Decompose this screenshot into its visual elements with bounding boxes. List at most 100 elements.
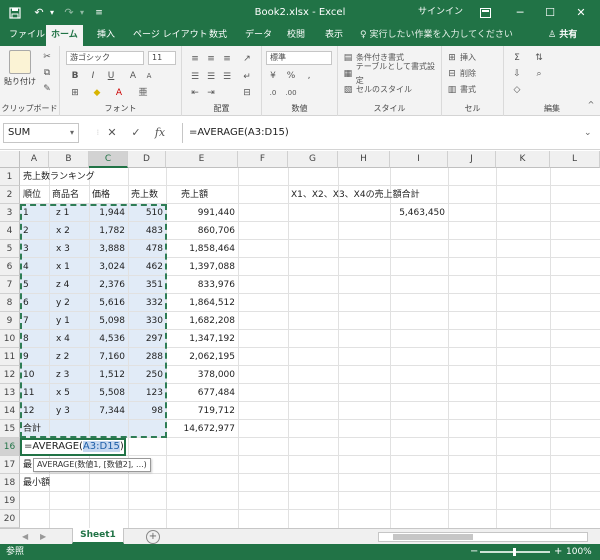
italic-button[interactable]: I bbox=[86, 69, 100, 83]
increase-decimal-icon[interactable]: .0 bbox=[266, 86, 280, 100]
select-all-corner[interactable] bbox=[0, 151, 20, 168]
table-cell[interactable]: 1,347,192 bbox=[166, 330, 238, 348]
font-name-select[interactable]: 游ゴシック bbox=[66, 51, 144, 65]
row-header[interactable]: 7 bbox=[0, 276, 20, 294]
row-header[interactable]: 16 bbox=[0, 438, 20, 456]
undo-icon[interactable]: ↶ bbox=[30, 4, 48, 22]
table-cell[interactable]: 1,682,208 bbox=[166, 312, 238, 330]
tab-data[interactable]: データ bbox=[240, 25, 277, 46]
row-header[interactable]: 3 bbox=[0, 204, 20, 222]
column-header-c[interactable]: C bbox=[89, 151, 128, 168]
column-header-k[interactable]: K bbox=[496, 151, 550, 168]
column-header-h[interactable]: H bbox=[338, 151, 390, 168]
align-middle-icon[interactable]: ≡ bbox=[204, 52, 218, 66]
ribbon-display-icon[interactable] bbox=[470, 0, 500, 25]
decrease-indent-icon[interactable]: ⇤ bbox=[188, 86, 202, 100]
fill-color-icon[interactable]: ◆ bbox=[90, 86, 104, 100]
active-cell-editor[interactable]: =AVERAGE(A3:D15) bbox=[20, 438, 126, 456]
table-cell[interactable]: 378,000 bbox=[166, 366, 238, 384]
sheet-tab-sheet1[interactable]: Sheet1 bbox=[72, 528, 124, 544]
minimize-button[interactable]: ─ bbox=[505, 0, 535, 25]
column-header-d[interactable]: D bbox=[128, 151, 166, 168]
table-cell[interactable]: 1,397,088 bbox=[166, 258, 238, 276]
cell-i3-value[interactable]: 5,463,450 bbox=[390, 204, 448, 222]
row-header[interactable]: 20 bbox=[0, 510, 20, 528]
merge-center-icon[interactable]: ⊟ bbox=[240, 86, 254, 100]
worksheet-grid[interactable]: A B C D E F G H I J K L 1 2 3 4 5 6 7 8 … bbox=[0, 151, 600, 528]
column-header-g[interactable]: G bbox=[288, 151, 338, 168]
new-sheet-button[interactable]: + bbox=[146, 530, 160, 544]
column-header-b[interactable]: B bbox=[49, 151, 89, 168]
formula-input[interactable]: =AVERAGE(A3:D15) bbox=[182, 123, 590, 143]
row-header[interactable]: 4 bbox=[0, 222, 20, 240]
insert-cells-button[interactable]: ⊞ 挿入 bbox=[446, 51, 476, 65]
signin-link[interactable]: サインイン bbox=[418, 0, 463, 25]
confirm-entry-button[interactable]: ✓ bbox=[128, 125, 144, 141]
save-icon[interactable] bbox=[6, 4, 24, 22]
format-as-table-button[interactable]: ▦ テーブルとして書式設定 bbox=[342, 62, 441, 85]
font-color-icon[interactable]: A bbox=[112, 86, 126, 100]
clear-icon[interactable]: ◇ bbox=[510, 83, 524, 97]
header-price[interactable]: 価格 bbox=[89, 186, 113, 204]
underline-button[interactable]: U bbox=[104, 69, 118, 83]
row-header[interactable]: 19 bbox=[0, 492, 20, 510]
row-header[interactable]: 8 bbox=[0, 294, 20, 312]
tab-review[interactable]: 校閲 bbox=[282, 25, 310, 46]
header-sales[interactable]: 売上額 bbox=[178, 186, 211, 204]
name-box[interactable]: SUM ▾ bbox=[3, 123, 79, 143]
zoom-level[interactable]: 100% bbox=[566, 544, 592, 560]
format-painter-icon[interactable]: ✎ bbox=[40, 82, 54, 96]
phonetic-icon[interactable]: 亜 bbox=[136, 86, 150, 100]
column-header-l[interactable]: L bbox=[550, 151, 600, 168]
row-header[interactable]: 11 bbox=[0, 348, 20, 366]
cell-g2-label[interactable]: X1、X2、X3、X4の売上額合計 bbox=[288, 186, 423, 204]
table-cell[interactable]: 860,706 bbox=[166, 222, 238, 240]
tab-file[interactable]: ファイル bbox=[4, 25, 50, 46]
tab-formulas[interactable]: 数式 bbox=[204, 25, 232, 46]
column-header-e[interactable]: E bbox=[166, 151, 238, 168]
tab-insert[interactable]: 挿入 bbox=[92, 25, 120, 46]
cut-icon[interactable]: ✂ bbox=[40, 50, 54, 64]
font-size-select[interactable]: 11 bbox=[148, 51, 176, 65]
table-cell[interactable]: 1,864,512 bbox=[166, 294, 238, 312]
find-select-icon[interactable]: ⌕ bbox=[532, 67, 546, 81]
row-header[interactable]: 1 bbox=[0, 168, 20, 186]
row-header[interactable]: 9 bbox=[0, 312, 20, 330]
align-left-icon[interactable]: ☰ bbox=[188, 70, 202, 84]
tab-page-layout[interactable]: ページ レイアウト bbox=[128, 25, 213, 46]
paste-button[interactable]: 貼り付け bbox=[2, 50, 38, 87]
row-header[interactable]: 12 bbox=[0, 366, 20, 384]
cell-styles-button[interactable]: ▧ セルのスタイル bbox=[342, 83, 412, 97]
horizontal-scrollbar[interactable] bbox=[378, 532, 588, 542]
total-value[interactable]: 14,672,977 bbox=[166, 420, 238, 438]
customize-quick-access-icon[interactable]: ≡ bbox=[90, 4, 108, 22]
column-header-i[interactable]: I bbox=[390, 151, 448, 168]
font-grow-button[interactable]: A bbox=[126, 69, 140, 83]
autosum-button[interactable]: Σ bbox=[510, 51, 524, 65]
column-header-j[interactable]: J bbox=[448, 151, 496, 168]
function-tooltip[interactable]: AVERAGE(数値1, [数値2], ...) bbox=[33, 458, 151, 472]
table-cell[interactable]: 719,712 bbox=[166, 402, 238, 420]
table-cell[interactable]: 677,484 bbox=[166, 384, 238, 402]
borders-icon[interactable]: ⊞ bbox=[68, 86, 82, 100]
cell-area[interactable]: 売上数ランキング 順位 商品名 価格 売上数 売上額 X1、X2、X3、X4の売… bbox=[20, 168, 600, 528]
increase-indent-icon[interactable]: ⇥ bbox=[204, 86, 218, 100]
cancel-entry-button[interactable]: ✕ bbox=[104, 125, 120, 141]
maximize-button[interactable]: ☐ bbox=[535, 0, 565, 25]
column-header-a[interactable]: A bbox=[20, 151, 49, 168]
redo-dropdown-icon[interactable]: ▾ bbox=[78, 4, 86, 22]
row-header[interactable]: 18 bbox=[0, 474, 20, 492]
zoom-out-icon[interactable]: − bbox=[470, 544, 478, 560]
decrease-decimal-icon[interactable]: .00 bbox=[284, 86, 298, 100]
align-center-icon[interactable]: ☰ bbox=[204, 70, 218, 84]
row-header[interactable]: 13 bbox=[0, 384, 20, 402]
sort-filter-icon[interactable]: ⇅ bbox=[532, 51, 546, 65]
header-units[interactable]: 売上数 bbox=[128, 186, 161, 204]
header-rank[interactable]: 順位 bbox=[20, 186, 44, 204]
row-header[interactable]: 5 bbox=[0, 240, 20, 258]
cell-a1-title[interactable]: 売上数ランキング bbox=[20, 168, 98, 186]
expand-formula-bar-icon[interactable]: ⌄ bbox=[584, 123, 592, 143]
align-bottom-icon[interactable]: ≡ bbox=[220, 52, 234, 66]
column-header-f[interactable]: F bbox=[238, 151, 288, 168]
zoom-slider-knob[interactable] bbox=[513, 548, 516, 556]
